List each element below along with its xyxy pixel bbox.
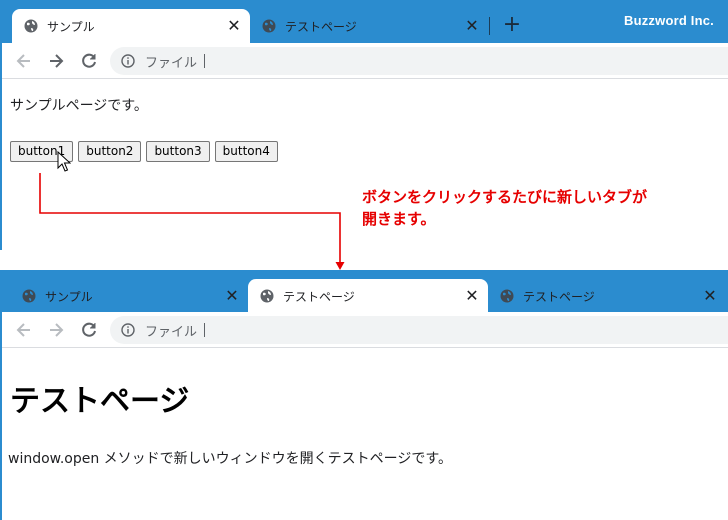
button-row: button1 button2 button3 button4 bbox=[10, 141, 278, 162]
tab-strip: サンプル ✕ テストページ ✕ + Buzzword Inc. bbox=[2, 0, 728, 43]
address-divider bbox=[204, 323, 206, 337]
mouse-cursor-icon bbox=[57, 151, 71, 172]
back-icon[interactable] bbox=[14, 51, 34, 71]
brand-watermark: Buzzword Inc. bbox=[624, 13, 714, 28]
tab-title: サンプル bbox=[45, 289, 93, 304]
page-title: テストページ bbox=[10, 384, 190, 419]
forward-icon[interactable] bbox=[46, 320, 66, 340]
info-icon[interactable] bbox=[121, 54, 135, 68]
tab-title: テストページ bbox=[523, 289, 595, 304]
annotation-line-1: ボタンをクリックするたびに新しいタブが bbox=[362, 188, 648, 206]
tab-title: テストページ bbox=[283, 289, 355, 304]
forward-icon[interactable] bbox=[46, 51, 66, 71]
annotation-line-2: 開きます。 bbox=[362, 210, 436, 228]
toolbar: ファイル bbox=[2, 312, 728, 348]
close-icon[interactable]: ✕ bbox=[702, 288, 718, 304]
reload-icon[interactable] bbox=[79, 320, 99, 340]
close-icon[interactable]: ✕ bbox=[464, 288, 480, 304]
annotation-text: ボタンをクリックするたびに新しいタブが 開きます。 bbox=[362, 186, 647, 230]
globe-icon bbox=[500, 289, 514, 303]
globe-icon bbox=[24, 19, 38, 33]
tab-test-page[interactable]: テストページ ✕ bbox=[250, 9, 488, 43]
button2[interactable]: button2 bbox=[78, 141, 142, 162]
close-icon[interactable]: ✕ bbox=[224, 288, 240, 304]
button4[interactable]: button4 bbox=[214, 141, 278, 162]
tab-test-page-active[interactable]: テストページ ✕ bbox=[248, 279, 488, 313]
globe-icon bbox=[22, 289, 36, 303]
page-content: テストページ bbox=[10, 376, 189, 420]
address-text: ファイル bbox=[145, 55, 198, 71]
page-description: window.open メソッドで新しいウィンドウを開くテストページです。 bbox=[8, 451, 452, 467]
tab-strip: サンプル ✕ テストページ ✕ テストページ ✕ bbox=[2, 270, 728, 313]
tab-sample[interactable]: サンプル ✕ bbox=[12, 9, 250, 43]
tab-test-page[interactable]: テストページ ✕ bbox=[488, 279, 726, 313]
button3[interactable]: button3 bbox=[146, 141, 210, 162]
tab-title: サンプル bbox=[47, 19, 95, 34]
tab-title: テストページ bbox=[285, 19, 357, 34]
back-icon[interactable] bbox=[14, 320, 34, 340]
globe-icon bbox=[260, 289, 274, 303]
reload-icon[interactable] bbox=[79, 51, 99, 71]
address-bar[interactable]: ファイル bbox=[110, 316, 728, 344]
toolbar: ファイル bbox=[2, 43, 728, 79]
address-divider bbox=[204, 54, 206, 68]
tab-sample[interactable]: サンプル ✕ bbox=[10, 279, 248, 313]
page-message: サンプルページです。 bbox=[10, 98, 148, 114]
page-content: サンプルページです。 bbox=[10, 95, 148, 115]
close-icon[interactable]: ✕ bbox=[464, 18, 480, 34]
tab-separator bbox=[489, 17, 490, 35]
close-icon[interactable]: ✕ bbox=[226, 18, 242, 34]
address-bar[interactable]: ファイル bbox=[110, 47, 728, 75]
new-tab-button[interactable]: + bbox=[500, 14, 524, 38]
address-text: ファイル bbox=[145, 324, 198, 340]
info-icon[interactable] bbox=[121, 323, 135, 337]
globe-icon bbox=[262, 19, 276, 33]
